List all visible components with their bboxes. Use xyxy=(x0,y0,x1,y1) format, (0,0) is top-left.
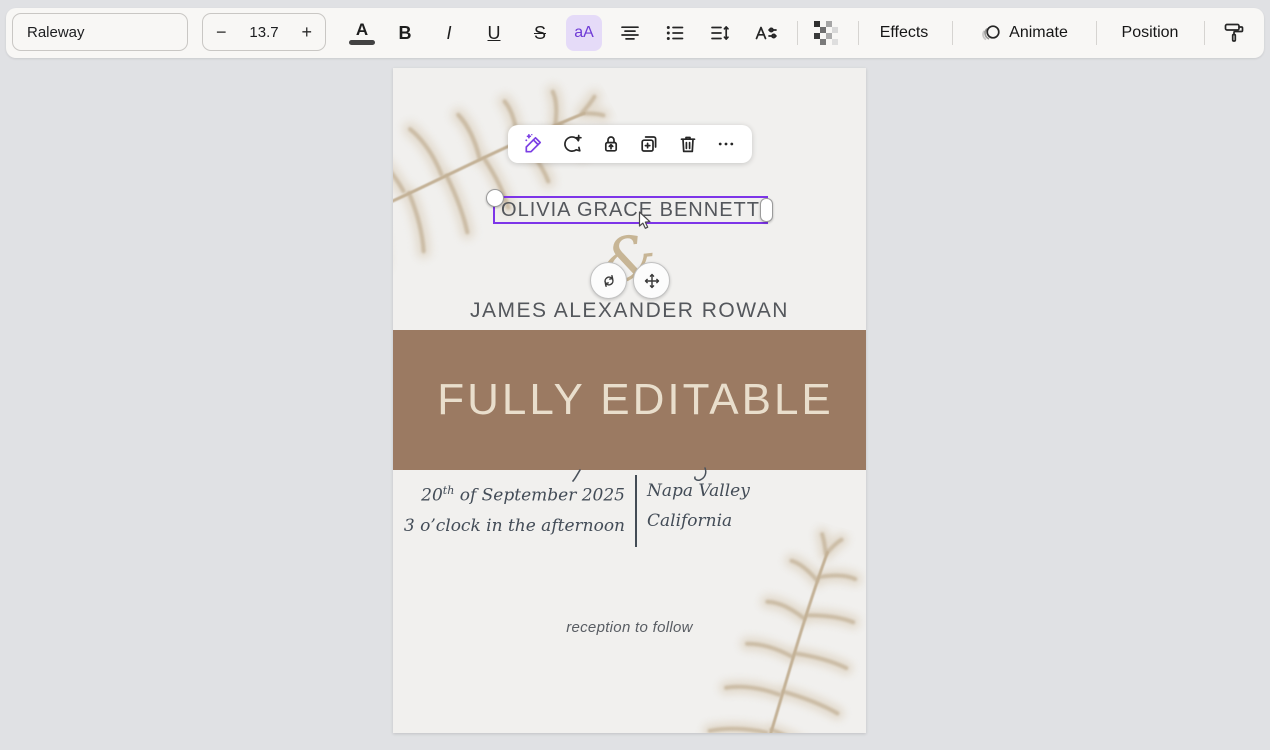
bride-name-text[interactable]: OLIVIA GRACE BENNETT xyxy=(501,199,760,222)
delete-icon xyxy=(676,132,700,156)
font-size-value[interactable]: 13.7 xyxy=(249,24,278,41)
duplicate-icon xyxy=(637,132,661,156)
selection-toolbar xyxy=(508,125,752,163)
location-text[interactable]: Napa Valley California xyxy=(647,476,847,536)
line-spacing-icon xyxy=(708,21,732,45)
text-case-button[interactable]: aA xyxy=(566,15,602,51)
bulleted-list-icon xyxy=(663,21,687,45)
spacing-button[interactable] xyxy=(702,15,738,51)
duplicate-button[interactable] xyxy=(636,131,662,157)
text-color-icon: A xyxy=(356,21,368,38)
list-button[interactable] xyxy=(657,15,693,51)
font-size-increase-button[interactable]: + xyxy=(301,23,312,41)
rotate-handle[interactable] xyxy=(590,262,627,299)
move-handle[interactable] xyxy=(633,262,670,299)
groom-name-text[interactable]: JAMES ALEXANDER ROWAN xyxy=(393,299,866,323)
animate-icon xyxy=(978,21,1002,45)
effects-button[interactable]: Effects xyxy=(868,15,940,51)
text-color-swatch xyxy=(349,40,375,45)
paint-roller-icon xyxy=(1221,20,1247,46)
add-comment-button[interactable] xyxy=(559,131,585,157)
italic-button[interactable]: I xyxy=(431,15,467,51)
reception-note-text[interactable]: reception to follow xyxy=(393,619,866,636)
copy-style-button[interactable] xyxy=(1216,15,1252,51)
date-time-text[interactable]: 20th of September 2025 3 o’clock in the … xyxy=(393,476,625,541)
editor-toolbar: Raleway − 13.7 + A B I U S aA xyxy=(6,8,1264,58)
font-family-value: Raleway xyxy=(27,24,85,41)
transparency-icon xyxy=(813,20,839,46)
lock-icon xyxy=(599,132,623,156)
toolbar-divider xyxy=(797,21,798,45)
location-line1: Napa Valley xyxy=(647,476,847,506)
delete-button[interactable] xyxy=(675,131,701,157)
width-handle-right[interactable] xyxy=(760,198,773,222)
format-options-button[interactable] xyxy=(748,15,784,51)
font-family-select[interactable]: Raleway xyxy=(12,13,188,51)
date-location-divider xyxy=(635,475,637,547)
align-center-icon xyxy=(618,21,642,45)
alignment-button[interactable] xyxy=(612,15,648,51)
text-color-button[interactable]: A xyxy=(344,15,380,51)
bold-button[interactable]: B xyxy=(387,15,423,51)
magic-edit-icon xyxy=(522,132,546,156)
date-line: 20th of September 2025 xyxy=(393,476,625,511)
location-line2: California xyxy=(647,506,847,536)
design-canvas[interactable]: OLIVIA GRACE BENNETT & JAMES ALEXANDER R… xyxy=(393,68,866,733)
underline-button[interactable]: U xyxy=(476,15,512,51)
time-line: 3 o’clock in the afternoon xyxy=(393,511,625,541)
more-icon xyxy=(714,132,738,156)
selected-text-element[interactable]: OLIVIA GRACE BENNETT xyxy=(493,196,768,224)
banner-text: FULLY EDITABLE xyxy=(425,375,834,425)
lock-button[interactable] xyxy=(598,131,624,157)
animate-label: Animate xyxy=(1009,24,1068,42)
font-size-control: − 13.7 + xyxy=(202,13,326,51)
toolbar-divider xyxy=(952,21,953,45)
toolbar-divider xyxy=(858,21,859,45)
animate-button[interactable]: Animate xyxy=(964,15,1082,51)
add-comment-icon xyxy=(560,132,584,156)
transparency-button[interactable] xyxy=(808,15,844,51)
more-options-button[interactable] xyxy=(713,131,739,157)
toolbar-divider xyxy=(1096,21,1097,45)
font-size-decrease-button[interactable]: − xyxy=(216,23,227,41)
letter-spacing-icon xyxy=(753,21,779,45)
position-button[interactable]: Position xyxy=(1110,15,1190,51)
move-icon xyxy=(641,270,663,292)
strikethrough-button[interactable]: S xyxy=(522,15,558,51)
banner-block[interactable]: FULLY EDITABLE xyxy=(393,330,866,470)
resize-handle-top-left[interactable] xyxy=(486,189,504,207)
toolbar-divider xyxy=(1204,21,1205,45)
magic-edit-button[interactable] xyxy=(521,131,547,157)
rotate-icon xyxy=(598,270,620,292)
